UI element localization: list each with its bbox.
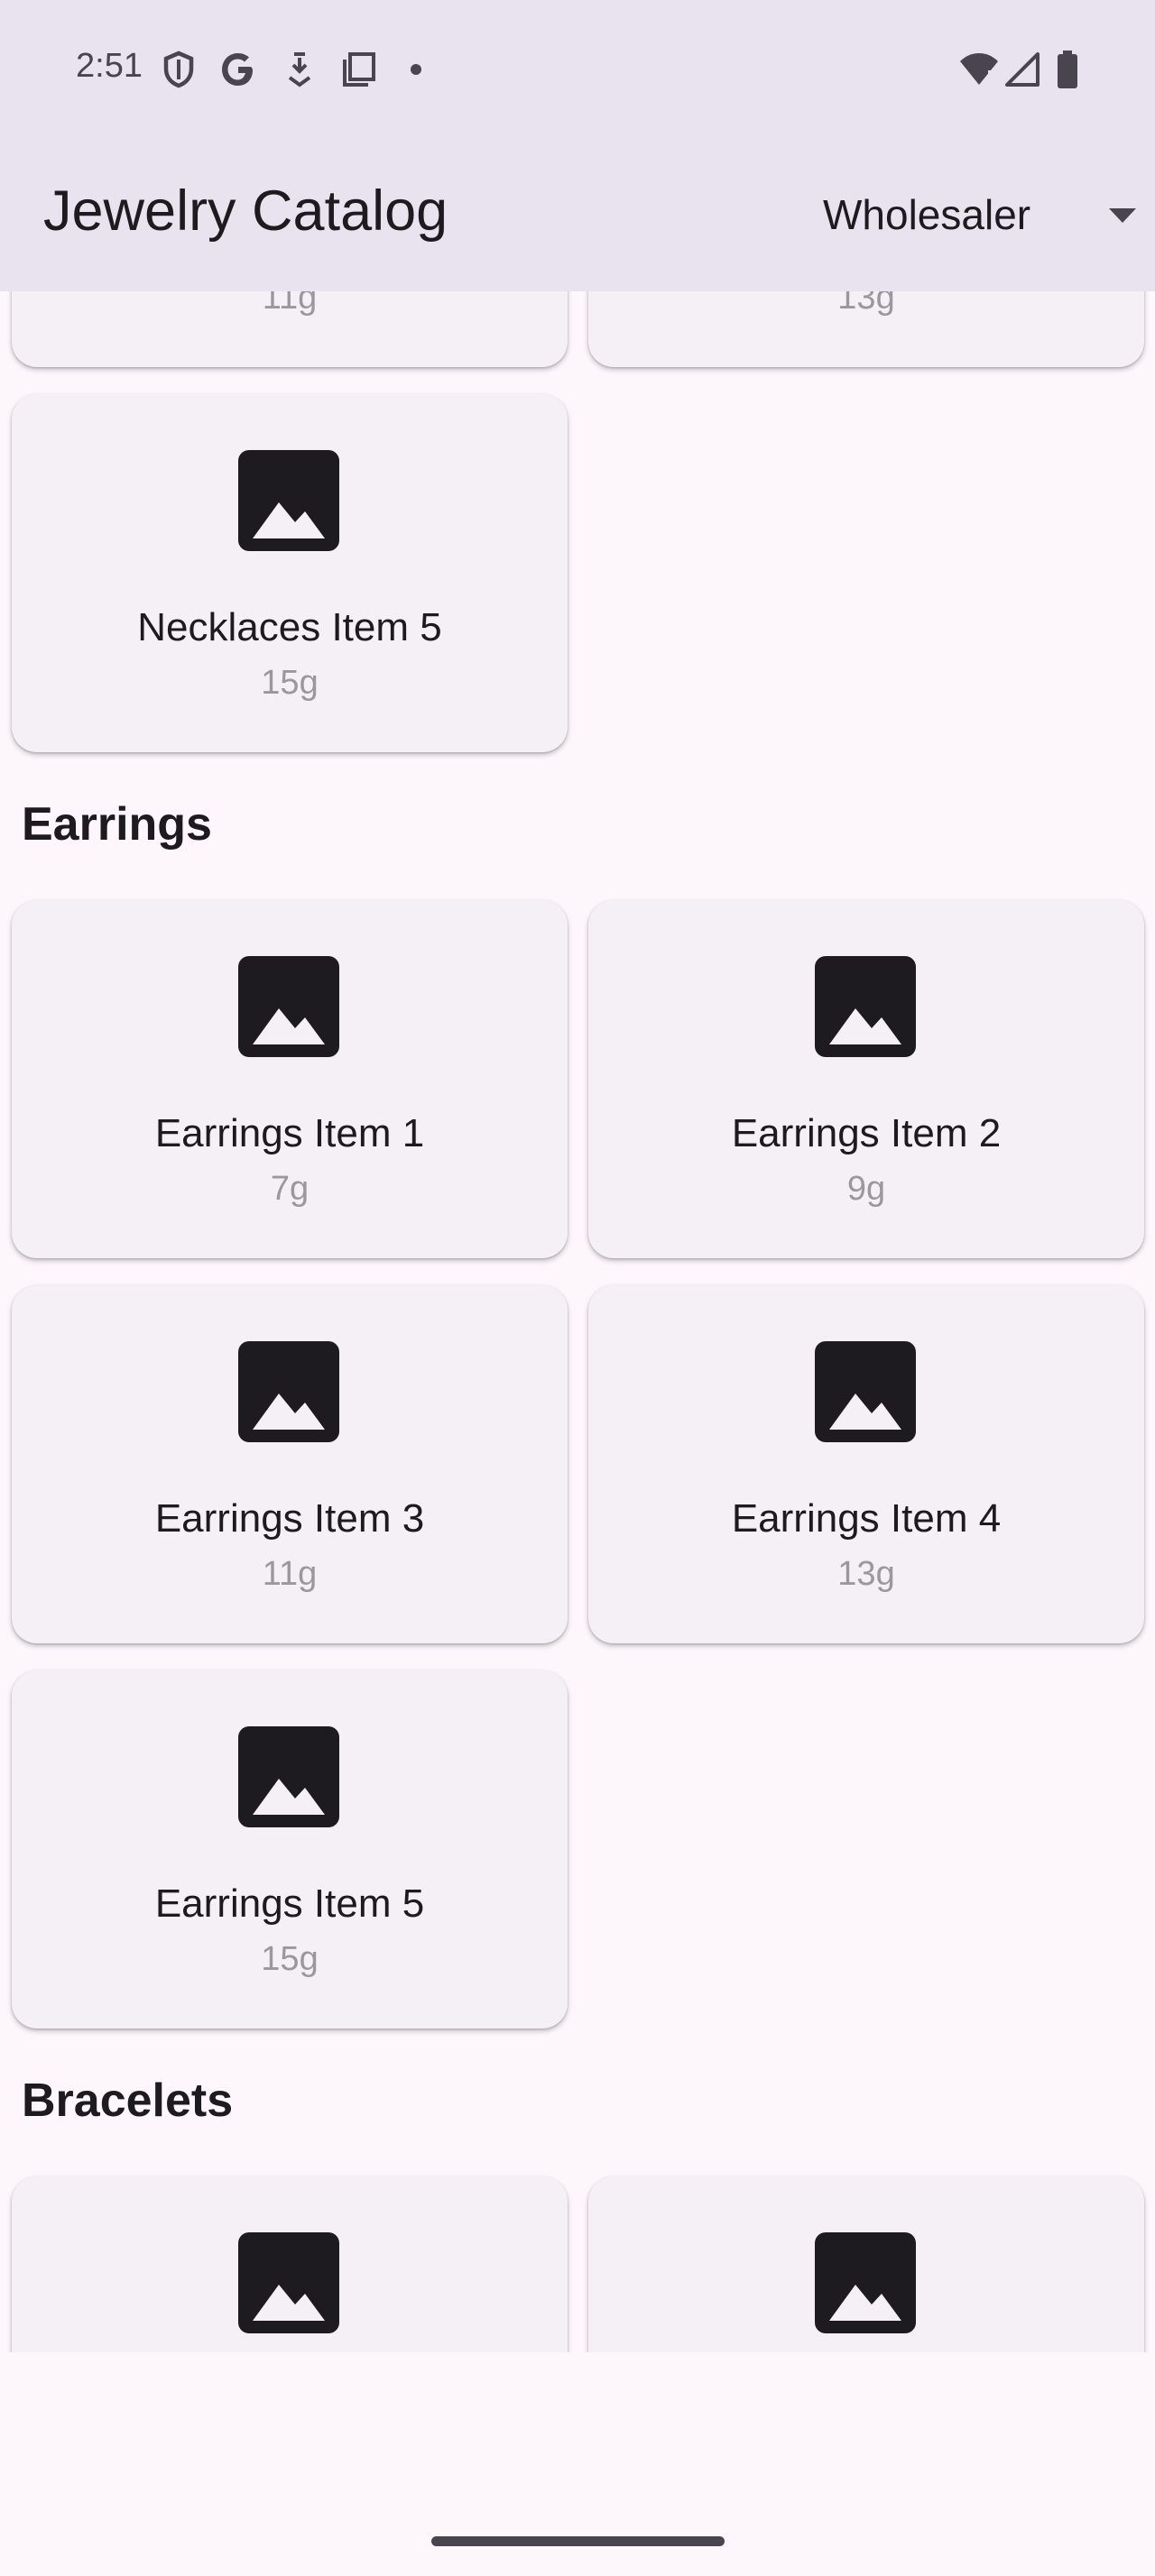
status-time: 2:51 [76, 47, 143, 85]
download-icon [288, 52, 311, 87]
item-name: Earrings Item 4 [731, 1496, 1002, 1541]
item-name: Necklaces Item 5 [137, 605, 442, 649]
item-name: Earrings Item 2 [731, 1111, 1002, 1155]
product-card[interactable]: Earrings Item 3 11g [12, 1285, 568, 1643]
image-icon [238, 2232, 339, 2333]
product-card[interactable]: Necklaces Item 5 15g [12, 394, 568, 752]
section-title-bracelets: Bracelets [22, 2075, 234, 2127]
image-icon [815, 2232, 916, 2333]
status-bar: 2:51 [0, 0, 1155, 140]
copy-icon [343, 52, 375, 87]
section-title-earrings: Earrings [22, 798, 212, 851]
item-weight: 11g [262, 1555, 318, 1593]
dot-icon [411, 64, 421, 75]
product-card[interactable] [588, 2176, 1144, 2352]
catalog-list[interactable]: 11g 13g Necklaces Item 5 15g Earrings Ea… [0, 0, 1155, 2352]
image-icon [238, 956, 339, 1057]
item-weight: 9g [846, 1170, 886, 1208]
item-weight: 7g [270, 1170, 310, 1208]
product-card[interactable]: Earrings Item 2 9g [588, 900, 1144, 1258]
role-dropdown[interactable]: Wholesaler [823, 185, 1155, 248]
image-icon [815, 956, 916, 1057]
shield-icon [163, 51, 194, 88]
home-indicator[interactable] [431, 2536, 725, 2546]
item-weight: 15g [261, 1940, 319, 1978]
dropdown-arrow-icon [1109, 208, 1136, 223]
image-icon [238, 1726, 339, 1827]
item-weight: 15g [261, 664, 319, 702]
item-name: Earrings Item 5 [154, 1881, 425, 1926]
wifi-icon [960, 53, 998, 85]
image-icon [815, 1341, 916, 1442]
item-name: Earrings Item 3 [154, 1496, 425, 1541]
signal-icon [1005, 52, 1040, 87]
image-icon [238, 450, 339, 551]
product-card[interactable] [12, 2176, 568, 2352]
product-card[interactable]: Earrings Item 4 13g [588, 1285, 1144, 1643]
battery-icon [1058, 51, 1077, 88]
role-dropdown-value: Wholesaler [823, 191, 1031, 238]
product-card[interactable]: Earrings Item 1 7g [12, 900, 568, 1258]
image-icon [238, 1341, 339, 1442]
page-title: Jewelry Catalog [43, 179, 448, 243]
item-name: Earrings Item 1 [154, 1111, 425, 1155]
item-weight: 13g [837, 1555, 895, 1593]
product-card[interactable]: Earrings Item 5 15g [12, 1670, 568, 2029]
google-icon [222, 53, 253, 86]
